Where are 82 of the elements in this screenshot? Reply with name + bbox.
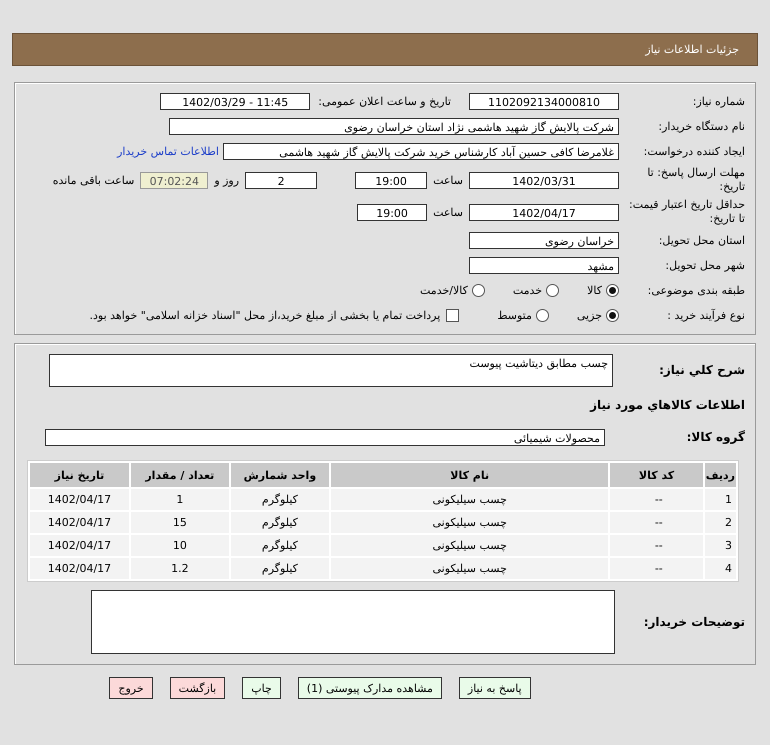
field-label: طبقه بندی موضوعی: — [646, 284, 746, 298]
table-cell: -- — [610, 558, 703, 579]
time-label: ساعت — [433, 174, 463, 186]
action-button[interactable]: خروج — [109, 677, 153, 699]
radio-button[interactable] — [546, 284, 560, 297]
table-cell: 15 — [130, 512, 229, 533]
field-label: شهر محل تحویل: — [664, 258, 746, 272]
table-cell: 2 — [704, 512, 736, 533]
table-cell: -- — [610, 512, 703, 533]
field-label: تاریخ و ساعت اعلان عمومی: — [318, 95, 451, 108]
table-cell: 1 — [704, 489, 736, 510]
table-cell: کیلوگرم — [230, 558, 330, 579]
column-header: کد کالا — [610, 463, 703, 487]
table-cell: کیلوگرم — [230, 535, 330, 556]
action-button[interactable]: بازگشت — [170, 677, 226, 699]
input-field[interactable]: 19:00 — [355, 172, 428, 188]
contact-link[interactable]: اطلاعات تماس خریدار — [117, 145, 219, 158]
table-cell: کیلوگرم — [230, 489, 330, 510]
column-header: تاریخ نیاز — [30, 463, 129, 487]
input-field[interactable]: 1102092134000810 — [469, 93, 619, 110]
table-cell: 1.2 — [130, 558, 229, 579]
field-label: توضیحات خریدار: — [642, 615, 746, 629]
table-cell: 10 — [130, 535, 229, 556]
option-label: جزیی — [576, 309, 602, 322]
table-cell: -- — [610, 535, 703, 556]
table-cell: 1402/04/17 — [30, 558, 129, 579]
input-field[interactable]: 1402/04/17 — [469, 204, 619, 220]
input-field[interactable]: 1402/03/29 - 11:45 — [160, 93, 310, 110]
field-label: نام دستگاه خریدار: — [657, 120, 746, 134]
field-label: مهلت ارسال پاسخ: تا تاریخ: — [646, 166, 746, 194]
input-field[interactable]: 2 — [245, 172, 318, 188]
checkbox[interactable] — [446, 309, 460, 322]
input-field[interactable]: خراسان رضوی — [469, 232, 619, 249]
field-label: ایجاد کننده درخواست: — [642, 144, 746, 158]
table-cell: 4 — [704, 558, 736, 579]
input-field[interactable]: 19:00 — [357, 204, 428, 220]
input-field[interactable]: 1402/03/31 — [469, 172, 619, 188]
radio-button[interactable] — [472, 284, 485, 297]
option-label: متوسط — [497, 309, 532, 322]
table-cell: چسب سیلیکونی — [331, 489, 608, 510]
field-label: استان محل تحویل: — [658, 234, 746, 248]
time-label: ساعت — [433, 206, 463, 218]
action-button[interactable]: چاپ — [242, 677, 281, 699]
option-label: کالا — [587, 284, 602, 297]
input-field[interactable]: غلامرضا کافی حسین آباد کارشناس خرید شرکت پالایش گاز شهید هاشمی — [223, 143, 619, 160]
field-label: نوع فرآیند خرید : — [666, 308, 746, 322]
remaining-label: ساعت باقی مانده — [52, 174, 134, 186]
column-header: نام کالا — [331, 463, 608, 487]
field-label: شماره نیاز: — [692, 94, 746, 108]
field-label: گروه کالا: — [686, 430, 746, 444]
table-cell: 3 — [704, 535, 736, 556]
option-label: خدمت — [512, 284, 542, 297]
table-cell: 1 — [130, 489, 229, 510]
column-header: تعداد / مقدار — [130, 463, 229, 487]
table-cell: 1402/04/17 — [30, 512, 129, 533]
action-button[interactable]: مشاهده مدارک پیوستی (1) — [298, 677, 442, 699]
table-cell: -- — [610, 489, 703, 510]
radio-button[interactable] — [606, 284, 619, 297]
input-field[interactable]: شرکت پالایش گاز شهید هاشمی نژاد استان خراسان رضوی — [169, 118, 619, 135]
column-header: ردیف — [704, 463, 736, 487]
field-label: حداقل تاریخ اعتبار قیمت: تا تاریخ: — [628, 198, 746, 226]
countdown-field: 07:02:24 — [140, 172, 208, 188]
column-header: واحد شمارش — [230, 463, 330, 487]
table-cell: چسب سیلیکونی — [331, 512, 608, 533]
section-heading: اطلاعات كالاهاي مورد نياز — [590, 398, 746, 412]
input-field[interactable]: محصولات شیمیائی — [45, 428, 605, 446]
description-field[interactable]: چسب مطابق دیتاشیت پیوست — [49, 354, 613, 386]
input-field[interactable]: مشهد — [469, 257, 619, 274]
table-cell: چسب سیلیکونی — [331, 535, 608, 556]
table-cell: 1402/04/17 — [30, 535, 129, 556]
option-label: کالا/خدمت — [420, 284, 468, 297]
page-title-bar: جزئیات اطلاعات نیاز — [12, 33, 758, 66]
table-cell: چسب سیلیکونی — [331, 558, 608, 579]
notes-field[interactable] — [91, 590, 615, 654]
action-button[interactable]: پاسخ به نیاز — [458, 677, 531, 699]
table-cell: کیلوگرم — [230, 512, 330, 533]
radio-button[interactable] — [606, 309, 619, 322]
days-label: روز و — [214, 174, 240, 186]
checkbox-label: پرداخت تمام یا بخشی از مبلغ خرید،از محل "اسناد خزانه اسلامی" خواهد بود. — [90, 309, 440, 322]
field-label: شرح کلي نياز: — [658, 363, 746, 377]
table-cell: 1402/04/17 — [30, 489, 129, 510]
radio-button[interactable] — [536, 309, 549, 322]
